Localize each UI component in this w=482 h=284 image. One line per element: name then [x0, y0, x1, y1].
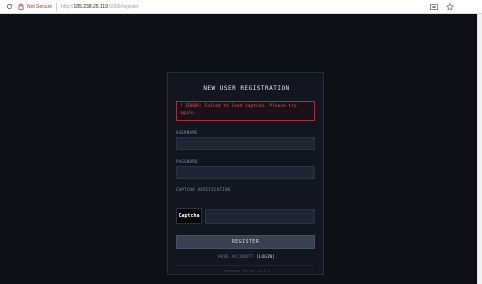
login-prompt: HAVE ACCOUNT? [LOGIN] [168, 255, 325, 260]
password-input[interactable] [176, 166, 315, 179]
browser-toolbar: Not Secure http://185.238.25.119:5000/re… [0, 0, 482, 14]
captcha-image: Captcha [176, 208, 202, 224]
footer-divider [176, 265, 315, 266]
password-label: PASSWORD [176, 159, 198, 164]
warning-icon[interactable] [17, 0, 25, 14]
url-prefix: http:// [61, 3, 74, 10]
captcha-input[interactable] [205, 209, 315, 224]
url-host: 185.238.25.119 [73, 3, 108, 10]
registration-card: NEW USER REGISTRATION ! ERROR: Failed to… [167, 72, 324, 275]
login-link[interactable]: [LOGIN] [256, 255, 275, 260]
address-divider [56, 2, 58, 11]
security-label[interactable]: Not Secure [27, 4, 52, 10]
address-bar[interactable]: http://185.238.25.119:5000/register [61, 4, 138, 10]
scrollbar[interactable] [477, 14, 482, 284]
page-background: NEW USER REGISTRATION ! ERROR: Failed to… [0, 14, 477, 284]
have-account-text: HAVE ACCOUNT? [218, 255, 254, 260]
form-title: NEW USER REGISTRATION [203, 85, 290, 92]
register-button[interactable]: REGISTER [176, 235, 315, 249]
screen-icon[interactable] [430, 3, 438, 11]
username-input[interactable] [176, 137, 315, 150]
reload-icon[interactable] [3, 0, 15, 14]
username-label: USERNAME [176, 130, 198, 135]
captcha-label: CAPTCHA VERIFICATION [176, 187, 231, 192]
url-path: :5000/register [107, 3, 139, 10]
toolbar-actions [430, 0, 454, 14]
footer-text: Feedback Portal v1.4.3 [223, 269, 270, 273]
star-icon[interactable] [446, 3, 454, 11]
error-message: ! ERROR: Failed to load captcha. Please … [176, 101, 315, 121]
